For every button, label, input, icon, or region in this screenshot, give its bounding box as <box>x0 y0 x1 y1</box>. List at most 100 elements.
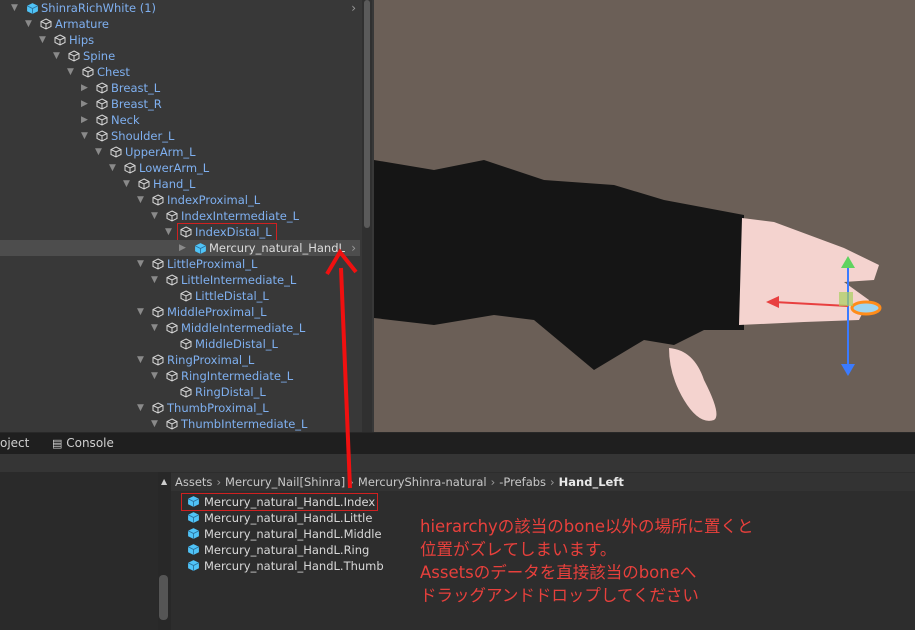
expand-arrow-icon[interactable]: ▼ <box>67 64 74 80</box>
folder-tree-scrollbar[interactable] <box>159 575 168 620</box>
gameobject-cube-icon <box>138 178 150 190</box>
prefab-icon <box>187 511 200 524</box>
hierarchy-item[interactable]: MiddleDistal_L <box>0 336 360 352</box>
hierarchy-item-label: Armature <box>55 17 109 31</box>
gameobject-cube-icon <box>166 370 178 382</box>
gameobject-cube-icon <box>54 34 66 46</box>
expand-arrow-icon[interactable]: ▼ <box>11 0 18 16</box>
tab-project[interactable]: oject <box>0 433 29 454</box>
hierarchy-item[interactable]: RingDistal_L <box>0 384 360 400</box>
expand-arrow-icon[interactable]: ▼ <box>137 400 144 416</box>
hierarchy-item[interactable]: ▼ IndexIntermediate_L <box>0 208 360 224</box>
scene-view[interactable] <box>374 0 915 432</box>
expand-arrow-icon[interactable]: ▼ <box>151 368 158 384</box>
hierarchy-item[interactable]: ▼ Hips <box>0 32 360 48</box>
hierarchy-item[interactable]: ▶ Breast_R <box>0 96 360 112</box>
hierarchy-item[interactable]: ▼ RingIntermediate_L <box>0 368 360 384</box>
hierarchy-item-label: Breast_L <box>111 81 161 95</box>
hierarchy-item-label: LittleProximal_L <box>167 257 258 271</box>
breadcrumb-item[interactable]: -Prefabs <box>499 475 546 489</box>
gizmo-plane-handle[interactable] <box>839 292 853 306</box>
gameobject-cube-icon <box>96 98 108 110</box>
expand-arrow-icon[interactable]: ▼ <box>151 416 158 432</box>
asset-label: Mercury_natural_HandL.Middle <box>204 527 382 541</box>
breadcrumb-item[interactable]: Hand_Left <box>559 475 624 489</box>
hierarchy-item[interactable]: ▼ Hand_L <box>0 176 360 192</box>
hierarchy-item[interactable]: ▼ LittleProximal_L <box>0 256 360 272</box>
tab-console[interactable]: ▤ Console <box>52 433 114 454</box>
gameobject-cube-icon <box>166 322 178 334</box>
nail-selection[interactable] <box>850 300 882 316</box>
gameobject-cube-icon <box>166 418 178 430</box>
expand-arrow-icon[interactable]: ▼ <box>109 160 116 176</box>
hierarchy-item-label: Hips <box>69 33 95 47</box>
asset-item[interactable]: Mercury_natural_HandL.Ring <box>187 542 369 558</box>
chevron-right-icon[interactable]: › <box>351 240 356 256</box>
hierarchy-item-label: ThumbIntermediate_L <box>181 417 308 431</box>
asset-label: Mercury_natural_HandL.Ring <box>204 543 370 557</box>
gizmo-z-arrow[interactable] <box>841 364 855 376</box>
expand-arrow-icon[interactable]: ▼ <box>25 16 32 32</box>
expand-arrow-icon[interactable]: ▼ <box>151 320 158 336</box>
gameobject-cube-icon <box>180 386 192 398</box>
expand-arrow-icon[interactable]: ▼ <box>95 144 102 160</box>
expand-arrow-icon[interactable]: ▼ <box>151 272 158 288</box>
gameobject-cube-icon <box>96 130 108 142</box>
gameobject-cube-icon <box>110 146 122 158</box>
hierarchy-item[interactable]: ▼ ThumbProximal_L <box>0 400 360 416</box>
hierarchy-item[interactable]: ▼ ShinraRichWhite (1) › <box>0 0 360 16</box>
scroll-up-icon[interactable]: ▲ <box>161 477 167 486</box>
breadcrumb-item[interactable]: Assets <box>175 475 212 489</box>
collapse-arrow-icon[interactable]: ▶ <box>179 240 186 256</box>
hierarchy-item[interactable]: ▼ UpperArm_L <box>0 144 360 160</box>
hierarchy-item-label: MiddleDistal_L <box>195 337 278 351</box>
hierarchy-item[interactable]: ▶ Breast_L <box>0 80 360 96</box>
hierarchy-item[interactable]: ▼ IndexProximal_L <box>0 192 360 208</box>
hierarchy-item[interactable]: ▼ Spine <box>0 48 360 64</box>
collapse-arrow-icon[interactable]: ▶ <box>81 96 88 112</box>
hierarchy-item[interactable]: ▼ MiddleIntermediate_L <box>0 320 360 336</box>
expand-arrow-icon[interactable]: ▼ <box>137 256 144 272</box>
hierarchy-item[interactable]: ▼ ThumbIntermediate_L <box>0 416 360 432</box>
breadcrumb-item[interactable]: MercuryShinra-natural <box>358 475 487 489</box>
expand-arrow-icon[interactable]: ▼ <box>137 192 144 208</box>
collapse-arrow-icon[interactable]: ▶ <box>81 80 88 96</box>
asset-label: Mercury_natural_HandL.Little <box>204 511 373 525</box>
hierarchy-item-label: RingIntermediate_L <box>181 369 294 383</box>
hierarchy-item[interactable]: ▶ Mercury_natural_HandL › <box>0 240 360 256</box>
tab-console-label: Console <box>66 436 114 450</box>
expand-arrow-icon[interactable]: ▼ <box>137 304 144 320</box>
hierarchy-item[interactable]: ▼ Armature <box>0 16 360 32</box>
expand-arrow-icon[interactable]: ▼ <box>165 224 172 240</box>
annotation-line: 位置がズレてしまいます。 <box>420 540 617 559</box>
asset-item[interactable]: Mercury_natural_HandL.Thumb <box>187 558 384 574</box>
breadcrumb-item[interactable]: Mercury_Nail[Shinra] <box>225 475 345 489</box>
asset-item[interactable]: Mercury_natural_HandL.Middle <box>187 526 382 542</box>
expand-arrow-icon[interactable]: ▼ <box>81 128 88 144</box>
hierarchy-scrollbar-thumb[interactable] <box>364 0 370 228</box>
hierarchy-item[interactable]: ▼ Shoulder_L <box>0 128 360 144</box>
hierarchy-item-label: Chest <box>97 65 130 79</box>
expand-arrow-icon[interactable]: ▼ <box>53 48 60 64</box>
expand-arrow-icon[interactable]: ▼ <box>151 208 158 224</box>
hierarchy-item-label: MiddleIntermediate_L <box>181 321 306 335</box>
hierarchy-item[interactable]: ▼ LowerArm_L <box>0 160 360 176</box>
expand-arrow-icon[interactable]: ▼ <box>123 176 130 192</box>
project-folder-tree[interactable] <box>0 472 158 630</box>
gameobject-cube-icon <box>152 258 164 270</box>
hierarchy-item[interactable]: LittleDistal_L <box>0 288 360 304</box>
expand-arrow-icon[interactable]: ▼ <box>39 32 46 48</box>
hierarchy-item[interactable]: ▼ Chest <box>0 64 360 80</box>
hierarchy-item-label: Hand_L <box>153 177 196 191</box>
asset-item[interactable]: Mercury_natural_HandL.Little <box>187 510 372 526</box>
expand-arrow-icon[interactable]: ▼ <box>137 352 144 368</box>
hierarchy-item[interactable]: ▼ RingProximal_L <box>0 352 360 368</box>
hierarchy-item[interactable]: ▶ Neck <box>0 112 360 128</box>
hierarchy-item[interactable]: ▼ LittleIntermediate_L <box>0 272 360 288</box>
hierarchy-item[interactable]: ▼ MiddleProximal_L <box>0 304 360 320</box>
chevron-right-icon[interactable]: › <box>351 0 356 16</box>
highlight-box-asset <box>181 493 378 511</box>
sleeve <box>374 160 744 370</box>
collapse-arrow-icon[interactable]: ▶ <box>81 112 88 128</box>
hierarchy-item-label: MiddleProximal_L <box>167 305 267 319</box>
